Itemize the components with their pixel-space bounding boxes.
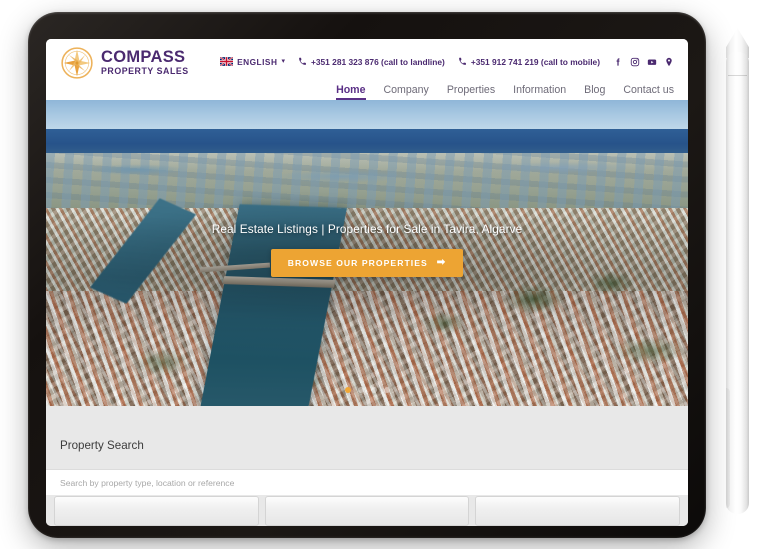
carousel-dots [46,387,688,393]
social-links [613,57,674,67]
hero-title: Real Estate Listings | Properties for Sa… [211,222,523,236]
main-navigation: Home Company Properties Information Blog… [46,79,688,100]
stylus-pen [726,28,749,514]
header-top-row: COMPASS PROPERTY SALES ENGLISH ▾ +351 28… [46,39,688,79]
nav-item-blog[interactable]: Blog [584,84,605,100]
browse-properties-button[interactable]: BROWSE OUR PROPERTIES ➡ [270,249,464,277]
facebook-icon[interactable] [613,57,623,67]
tablet-device: COMPASS PROPERTY SALES ENGLISH ▾ +351 28… [28,12,706,538]
carousel-dot-4[interactable] [383,387,390,393]
phone-icon [299,57,306,65]
brand-text: COMPASS PROPERTY SALES [101,49,189,77]
brand-tagline: PROPERTY SALES [101,65,189,76]
search-filter-row [46,496,688,526]
nav-item-information[interactable]: Information [513,84,566,100]
instagram-icon[interactable] [630,57,640,67]
uk-flag-icon [220,57,234,66]
tablet-screen: COMPASS PROPERTY SALES ENGLISH ▾ +351 28… [46,39,688,526]
property-search-title: Property Search [60,439,144,452]
nav-item-contact-us[interactable]: Contact us [623,84,674,100]
phone-mobile-label: +351 912 741 219 (call to mobile) [470,56,600,67]
carousel-dot-3[interactable] [370,387,377,393]
brand-name: COMPASS [101,47,186,66]
hero-content: Real Estate Listings | Properties for Sa… [46,222,688,277]
device-scene: COMPASS PROPERTY SALES ENGLISH ▾ +351 28… [0,0,768,549]
nav-item-company[interactable]: Company [384,84,429,100]
arrow-right-icon: ➡ [436,257,447,268]
carousel-dot-1[interactable] [344,387,351,393]
phone-landline-link[interactable]: +351 281 323 876 (call to landline) [298,57,445,67]
youtube-icon[interactable] [647,57,657,67]
language-selector[interactable]: ENGLISH ▾ [220,57,285,67]
brand-logo[interactable]: COMPASS PROPERTY SALES [60,46,189,80]
stylus-seam [728,75,747,76]
phone-icon [458,57,466,65]
site-header: COMPASS PROPERTY SALES ENGLISH ▾ +351 28… [46,39,688,100]
stylus-flat-edge [726,388,730,508]
phone-landline-label: +351 281 323 876 (call to landline) [310,56,445,67]
header-utility-bar: ENGLISH ▾ +351 281 323 876 (call to land… [220,57,674,69]
cta-label: BROWSE OUR PROPERTIES [287,258,428,268]
nav-item-home[interactable]: Home [336,84,366,100]
search-input[interactable] [46,477,688,488]
phone-mobile-link[interactable]: +351 912 741 219 (call to mobile) [458,57,600,67]
compass-rose-icon [61,46,93,79]
language-label: ENGLISH [237,56,278,67]
filter-dropdown-2[interactable] [264,496,470,526]
location-pin-icon[interactable] [664,57,674,67]
search-input-row [46,469,688,495]
filter-dropdown-1[interactable] [54,496,259,526]
property-search-panel: Property Search [46,406,688,526]
nav-item-properties[interactable]: Properties [447,84,495,100]
chevron-down-icon: ▾ [281,58,285,65]
hero-carousel: Real Estate Listings | Properties for Sa… [46,100,688,406]
carousel-dot-2[interactable] [357,387,364,393]
filter-dropdown-3[interactable] [475,496,681,526]
